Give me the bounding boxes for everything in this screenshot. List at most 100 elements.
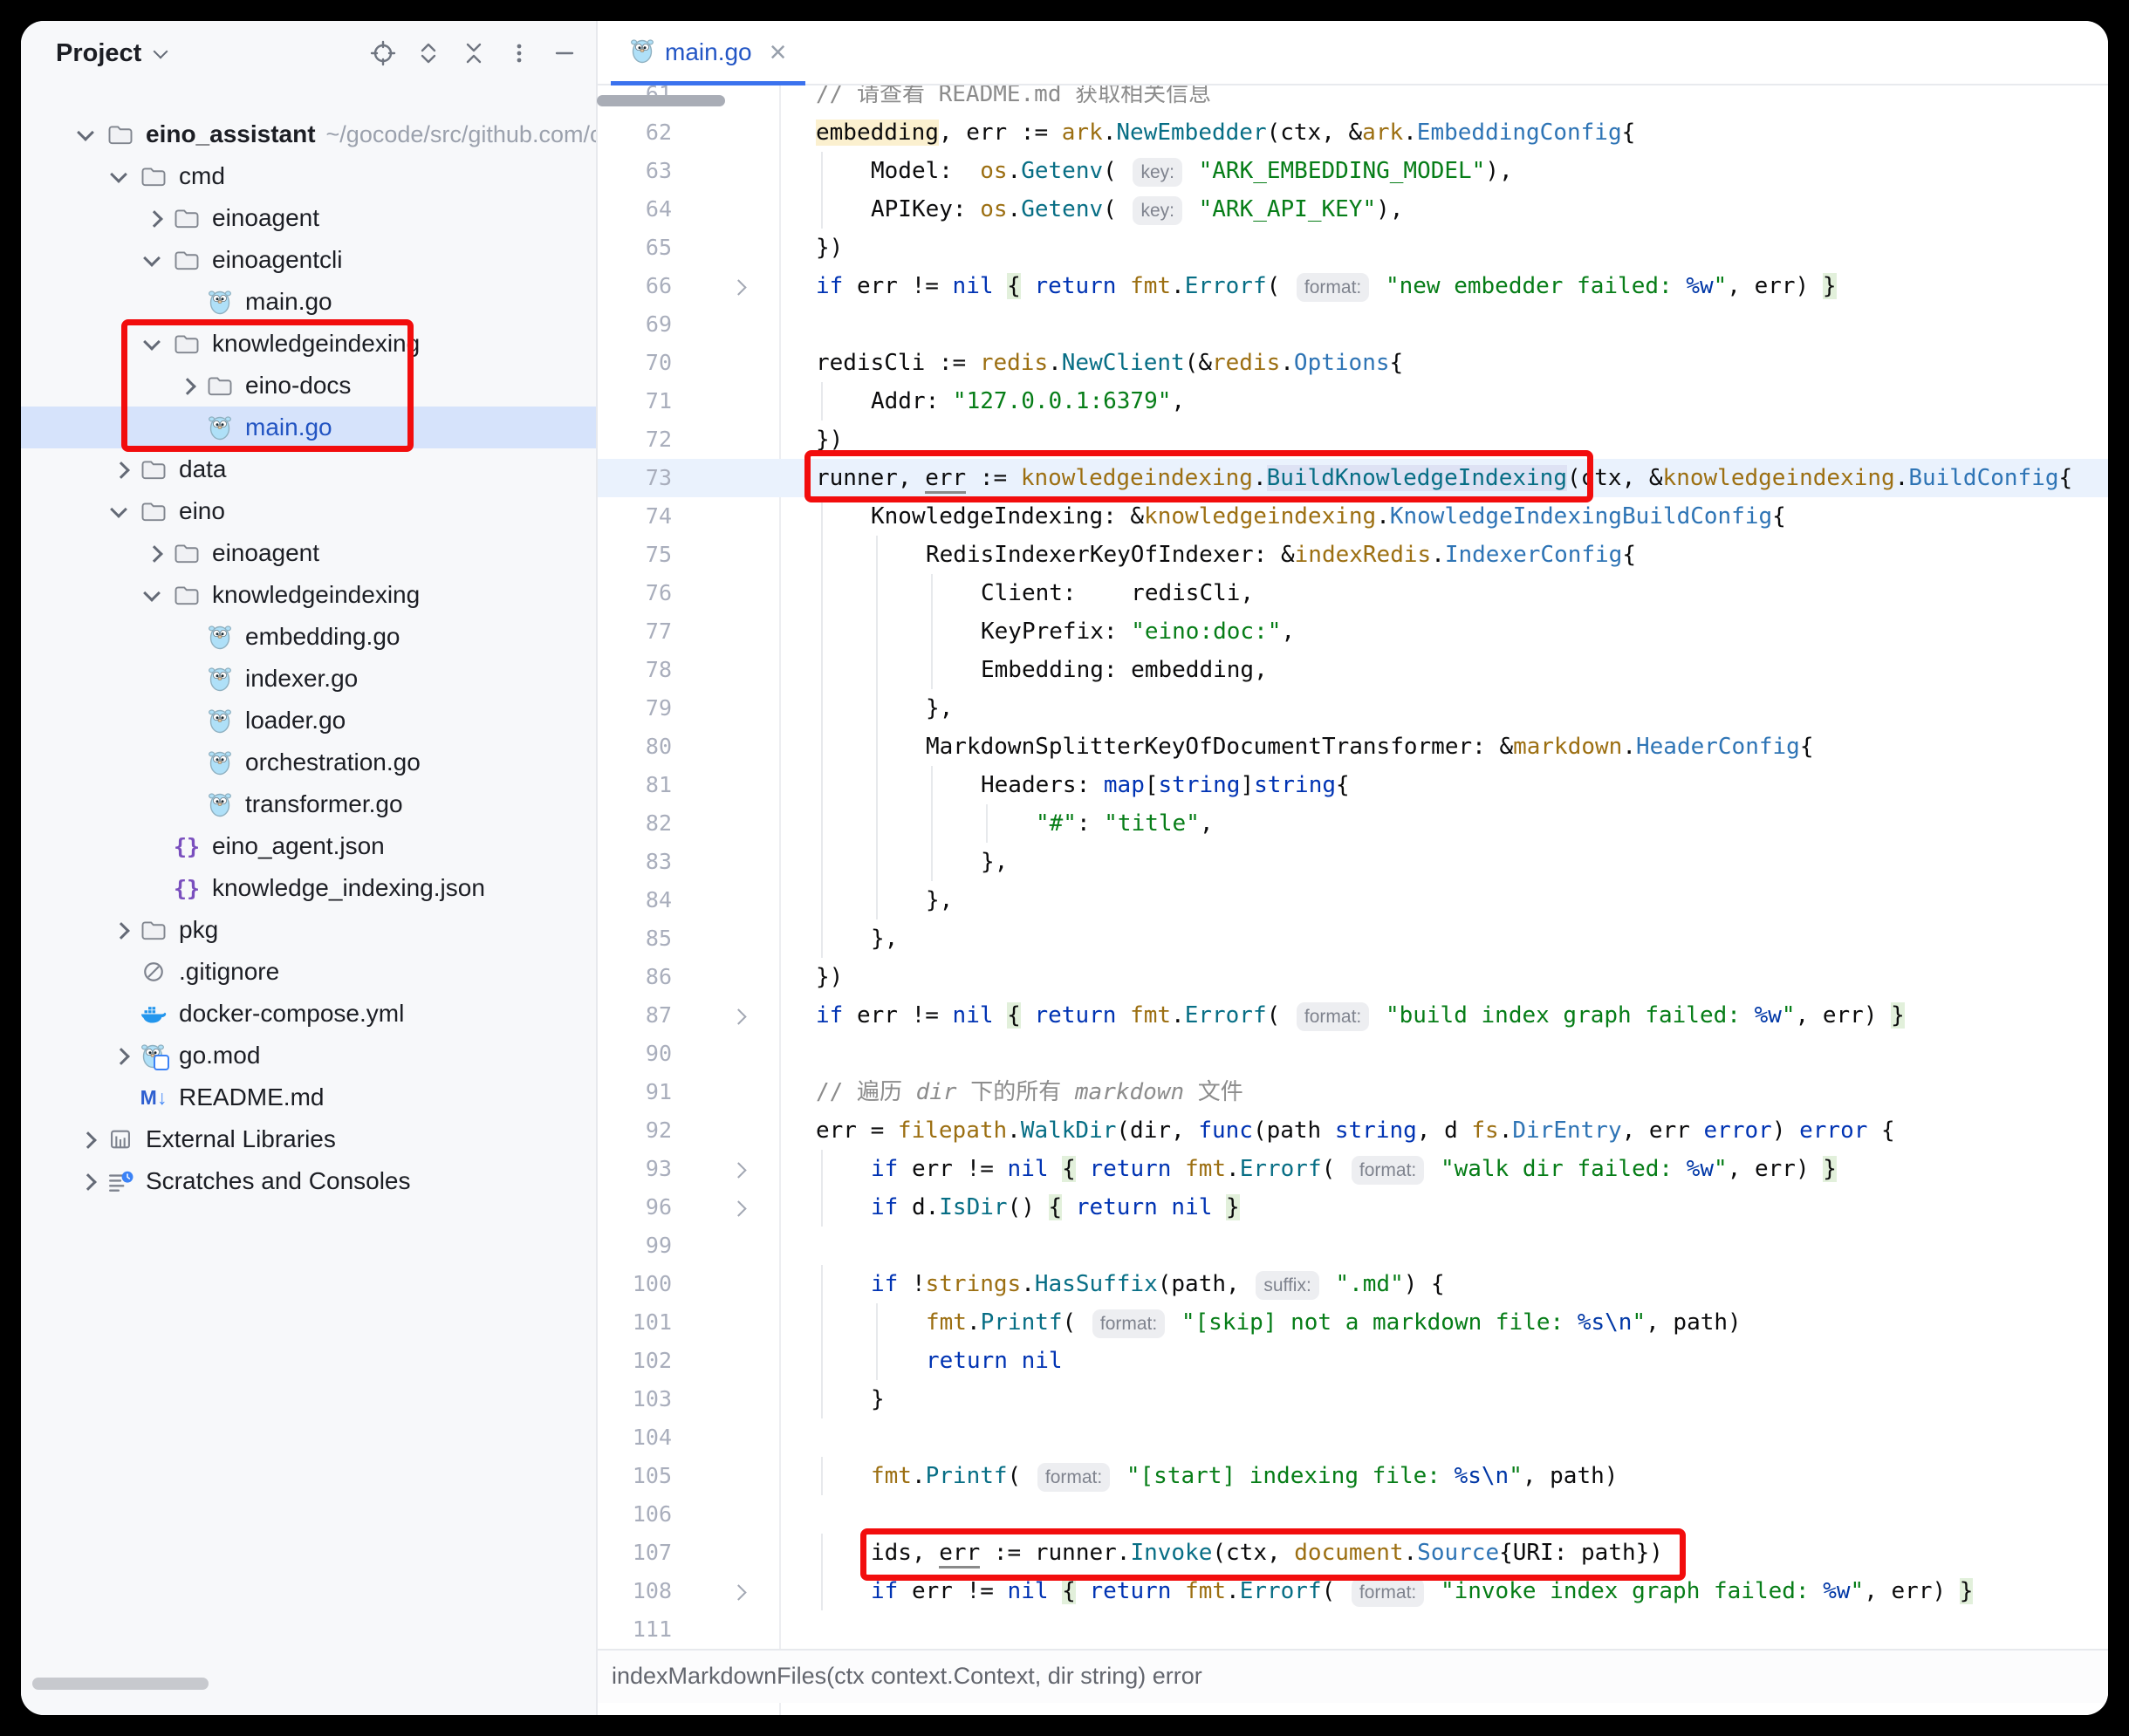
- tree-item-data[interactable]: data: [21, 448, 596, 490]
- fold-arrow-icon[interactable]: [730, 279, 746, 295]
- chevron-spacer: [167, 783, 207, 825]
- tree-item-orchestration-go[interactable]: orchestration.go: [21, 742, 596, 783]
- line-number: 82: [598, 804, 672, 843]
- project-panel-horizontal-scrollbar[interactable]: [32, 1678, 209, 1690]
- chevron-open-icon[interactable]: [67, 113, 107, 155]
- tree-item-transformer-go[interactable]: transformer.go: [21, 783, 596, 825]
- tree-item-main-go[interactable]: main.go: [21, 281, 596, 323]
- markdown-icon: M↓: [140, 1086, 167, 1110]
- json-icon: {}: [174, 834, 200, 859]
- go-icon: [207, 749, 233, 776]
- code-line-92: 92err = filepath.WalkDir(dir, func(path …: [598, 1111, 2108, 1150]
- tree-item-external-libraries[interactable]: External Libraries: [21, 1118, 596, 1160]
- tree-item-knowledge-indexing-json[interactable]: {}knowledge_indexing.json: [21, 867, 596, 909]
- tree-item-cmd[interactable]: cmd: [21, 155, 596, 197]
- line-number: 70: [598, 344, 672, 382]
- tree-item-loader-go[interactable]: loader.go: [21, 700, 596, 742]
- folder-icon: [174, 208, 200, 229]
- code-text: KeyPrefix: "eino:doc:",: [816, 612, 1295, 651]
- code-text: },: [816, 919, 898, 958]
- chevron-closed-icon[interactable]: [67, 1160, 107, 1202]
- project-tool-window-title[interactable]: Project: [56, 39, 141, 68]
- tree-item-embedding-go[interactable]: embedding.go: [21, 616, 596, 658]
- tree-item-scratches-and-consoles[interactable]: Scratches and Consoles: [21, 1160, 596, 1202]
- go-icon: [207, 414, 233, 441]
- editor-scrollbar-thumb[interactable]: [597, 95, 725, 106]
- chevron-closed-icon[interactable]: [100, 1035, 140, 1076]
- line-number: 65: [598, 229, 672, 267]
- line-number: 72: [598, 420, 672, 459]
- line-number: 76: [598, 574, 672, 612]
- tree-item-eino-agent-json[interactable]: {} eino_agent.json: [21, 825, 596, 867]
- code-text: return nil: [816, 1342, 1063, 1380]
- tree-item-label: eino_agent.json: [212, 832, 385, 860]
- chevron-closed-icon[interactable]: [167, 365, 207, 407]
- tree-item-eino[interactable]: eino: [21, 490, 596, 532]
- tree-item-readme-md[interactable]: M↓README.md: [21, 1076, 596, 1118]
- tree-item-knowledgeindexing[interactable]: knowledgeindexing: [21, 323, 596, 365]
- code-line-100: 100if !strings.HasSuffix(path, suffix: "…: [598, 1265, 2108, 1303]
- chevron-open-icon[interactable]: [133, 239, 174, 281]
- tree-item-docker-compose-yml[interactable]: docker-compose.yml: [21, 993, 596, 1035]
- tree-item-main-go[interactable]: main.go: [21, 407, 596, 448]
- code-text: err = filepath.WalkDir(dir, func(path st…: [816, 1111, 1895, 1150]
- chevron-closed-icon[interactable]: [67, 1118, 107, 1160]
- more-options-button[interactable]: [502, 36, 537, 71]
- tree-item-einoagent[interactable]: einoagent: [21, 197, 596, 239]
- fold-arrow-icon[interactable]: [730, 1200, 746, 1216]
- code-text: if err != nil { return fmt.Errorf( forma…: [816, 1150, 1837, 1190]
- chevron-open-icon[interactable]: [133, 574, 174, 616]
- scratch-icon: [107, 1169, 133, 1193]
- expand-all-button[interactable]: [411, 36, 446, 71]
- fold-arrow-icon[interactable]: [730, 1584, 746, 1600]
- fold-arrow-icon[interactable]: [730, 1008, 746, 1024]
- code-text: if d.IsDir() { return nil }: [816, 1188, 1240, 1227]
- context-function-signature[interactable]: indexMarkdownFiles(ctx context.Context, …: [598, 1649, 2108, 1703]
- chevron-open-icon[interactable]: [133, 323, 174, 365]
- tree-item-einoagentcli[interactable]: einoagentcli: [21, 239, 596, 281]
- chevron-spacer: [100, 993, 140, 1035]
- code-line-69: 69: [598, 305, 2108, 344]
- line-number: 99: [598, 1227, 672, 1265]
- code-line-78: 78Embedding: embedding,: [598, 651, 2108, 689]
- tree-item--gitignore[interactable]: .gitignore: [21, 951, 596, 993]
- chevron-open-icon[interactable]: [100, 155, 140, 197]
- chevron-down-icon[interactable]: [150, 42, 173, 65]
- line-number: 96: [598, 1188, 672, 1227]
- tree-item-pkg[interactable]: pkg: [21, 909, 596, 951]
- code-line-62: 62embedding, err := ark.NewEmbedder(ctx,…: [598, 113, 2108, 152]
- locate-file-button[interactable]: [366, 36, 400, 71]
- tree-item-indexer-go[interactable]: indexer.go: [21, 658, 596, 700]
- folder-icon: [140, 459, 167, 481]
- tree-item-eino-assistant[interactable]: eino_assistant~/gocode/src/github.com/cl: [21, 113, 596, 155]
- tree-item-label: .gitignore: [179, 958, 279, 986]
- collapse-all-icon: [460, 39, 488, 67]
- tree-item-knowledgeindexing[interactable]: knowledgeindexing: [21, 574, 596, 616]
- chevron-spacer: [167, 742, 207, 783]
- code-line-104: 104: [598, 1418, 2108, 1457]
- collapse-all-button[interactable]: [456, 36, 491, 71]
- code-text: Headers: map[string]string{: [816, 766, 1350, 804]
- line-number: 63: [598, 152, 672, 190]
- chevron-closed-icon[interactable]: [100, 909, 140, 951]
- code-line-70: 70redisCli := redis.NewClient(&redis.Opt…: [598, 344, 2108, 382]
- line-number: 105: [598, 1457, 672, 1495]
- tab-main-go[interactable]: main.go ×: [611, 21, 805, 84]
- fold-arrow-icon[interactable]: [730, 1162, 746, 1178]
- chevron-open-icon[interactable]: [100, 490, 140, 532]
- chevron-closed-icon[interactable]: [133, 532, 174, 574]
- chevron-closed-icon[interactable]: [133, 197, 174, 239]
- tree-item-eino-docs[interactable]: eino-docs: [21, 365, 596, 407]
- docker-icon: [140, 1003, 167, 1024]
- code-text: }): [816, 229, 843, 267]
- chevron-closed-icon[interactable]: [100, 448, 140, 490]
- hide-panel-button[interactable]: [547, 36, 582, 71]
- chevron-spacer: [167, 658, 207, 700]
- chevron-spacer: [167, 700, 207, 742]
- tree-item-label: einoagent: [212, 539, 319, 567]
- tree-item-go-mod[interactable]: go.mod: [21, 1035, 596, 1076]
- close-tab-icon[interactable]: ×: [770, 38, 787, 67]
- code-text: Addr: "127.0.0.1:6379",: [816, 382, 1185, 420]
- code-editor[interactable]: 61// 请查看 README.md 获取相关信息62embedding, er…: [598, 85, 2108, 1715]
- tree-item-einoagent[interactable]: einoagent: [21, 532, 596, 574]
